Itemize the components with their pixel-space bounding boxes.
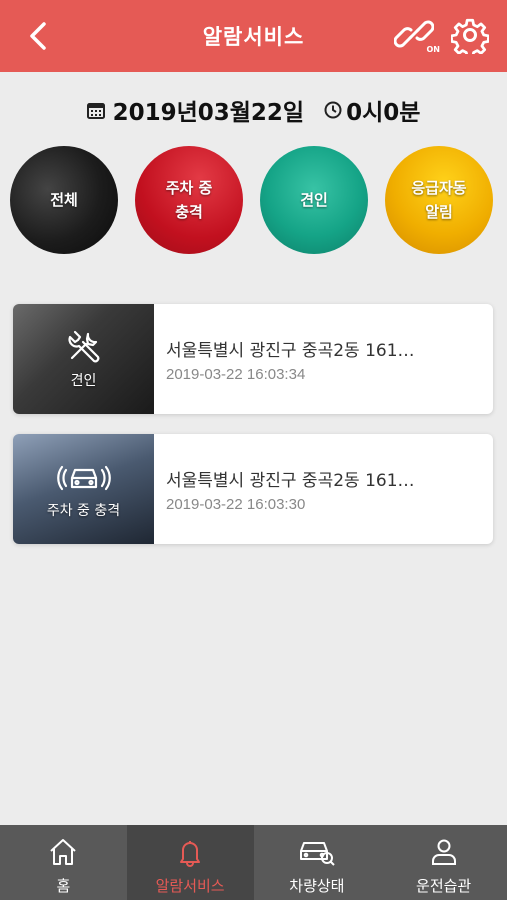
connection-toggle-button[interactable]: ON [393, 14, 441, 56]
filter-towing-button[interactable]: 견인 [260, 146, 368, 254]
tab-label: 운전습관 [416, 877, 472, 895]
tools-icon [67, 330, 99, 363]
alert-address: 서울특별시 광진구 중곡2동 161… [166, 341, 415, 361]
tab-vehicle-status[interactable]: 차량상태 [254, 825, 381, 900]
tab-label: 홈 [56, 877, 71, 895]
home-icon [50, 839, 77, 865]
tab-label: 알람서비스 [155, 877, 225, 895]
link-status-label: ON [426, 45, 441, 54]
app-header: 알람서비스 ON [0, 0, 507, 72]
filter-all-button[interactable]: 전체 [10, 146, 118, 254]
alert-thumbnail: 주차 중 충격 [13, 434, 154, 544]
tab-label: 차량상태 [289, 877, 345, 895]
alert-type-label: 견인 [70, 373, 97, 389]
person-icon [431, 839, 456, 865]
filter-label: 전체 [50, 191, 78, 209]
bell-icon [180, 841, 201, 867]
date-label: 2019년03월22일 [112, 100, 305, 126]
filter-emergency-button[interactable]: 응급자동 알림 [385, 146, 493, 254]
filter-row: 전체 주차 중 충격 견인 응급자동 알림 [0, 146, 507, 256]
alert-timestamp: 2019-03-22 16:03:34 [166, 366, 306, 383]
time-label: 0시0분 [346, 100, 421, 126]
filter-label: 견인 [300, 191, 328, 209]
car-impact-icon [56, 465, 111, 491]
alert-timestamp: 2019-03-22 16:03:30 [166, 496, 306, 513]
alert-type-label: 주차 중 충격 [46, 503, 121, 519]
alert-thumbnail: 견인 [13, 304, 154, 414]
alert-address: 서울특별시 광진구 중곡2동 161… [166, 471, 415, 491]
tab-home[interactable]: 홈 [0, 825, 127, 900]
clock-icon [324, 101, 342, 119]
tab-driving-habits[interactable]: 운전습관 [380, 825, 507, 900]
filter-label: 주차 중 충격 [165, 179, 213, 221]
filter-label: 응급자동 알림 [411, 179, 467, 221]
bottom-tab-bar: 홈 알람서비스 차량상태 운전습관 [0, 825, 507, 900]
alert-list-item[interactable]: 견인 서울특별시 광진구 중곡2동 161… 2019-03-22 16:03:… [13, 304, 493, 414]
tab-alarm-service[interactable]: 알람서비스 [126, 825, 254, 900]
calendar-icon [86, 103, 105, 119]
filter-parking-impact-button[interactable]: 주차 중 충격 [135, 146, 243, 254]
settings-button[interactable] [450, 16, 490, 59]
gear-icon [450, 18, 490, 59]
alert-list-item[interactable]: 주차 중 충격 서울특별시 광진구 중곡2동 161… 2019-03-22 1… [13, 434, 493, 544]
date-time-bar[interactable]: 2019년03월22일 0시0분 [0, 92, 507, 128]
car-search-icon [299, 842, 335, 866]
